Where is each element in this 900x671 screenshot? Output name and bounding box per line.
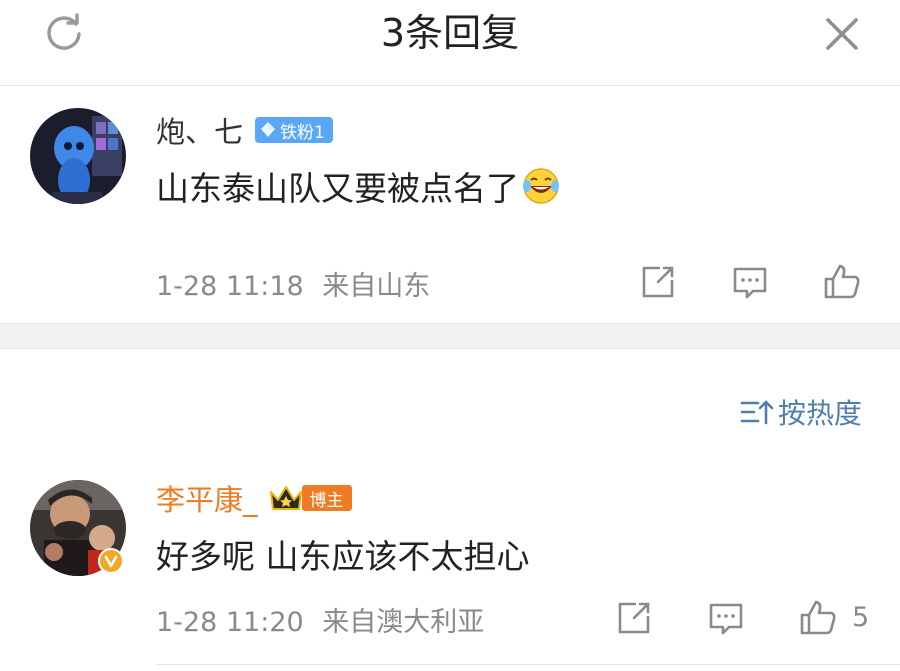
sort-label: 按热度: [778, 397, 863, 430]
sort-toggle[interactable]: 按热度: [740, 392, 862, 432]
host-badge-label: 博主: [301, 485, 352, 511]
username[interactable]: 李平康_: [156, 477, 258, 519]
comment-location: 来自山东: [322, 271, 431, 302]
fan-badge[interactable]: 铁粉1: [255, 117, 333, 143]
comment-time: 1-28 11:20: [156, 607, 304, 638]
host-badge[interactable]: 博主: [268, 483, 352, 513]
avatar[interactable]: [30, 108, 126, 204]
diamond-icon: [261, 122, 276, 137]
crown-icon: [269, 486, 302, 510]
page-title: 3条回复: [380, 11, 520, 55]
comment-icon[interactable]: [706, 598, 746, 638]
reply-header: 3条回复: [0, 0, 900, 86]
comment-location: 来自澳大利亚: [322, 607, 485, 638]
fan-badge-label: 铁粉1: [280, 122, 325, 143]
close-icon[interactable]: [820, 12, 864, 56]
comment-icon[interactable]: [730, 262, 770, 302]
section-divider: [0, 323, 900, 349]
like-icon[interactable]: [822, 262, 862, 302]
comment-text: 好多呢 山东应该不太担心: [156, 537, 530, 576]
comment-text: 山东泰山队又要被点名了: [156, 169, 519, 208]
laugh-cry-emoji: [523, 168, 559, 204]
username[interactable]: 炮、七: [156, 109, 243, 151]
like-icon[interactable]: [798, 598, 838, 638]
comment-time: 1-28 11:18: [156, 271, 304, 302]
like-count: 5: [852, 602, 870, 633]
share-icon[interactable]: [614, 598, 654, 638]
row-separator: [156, 664, 900, 665]
sort-icon: [740, 400, 774, 425]
verified-icon: [98, 548, 124, 574]
share-icon[interactable]: [638, 262, 678, 302]
